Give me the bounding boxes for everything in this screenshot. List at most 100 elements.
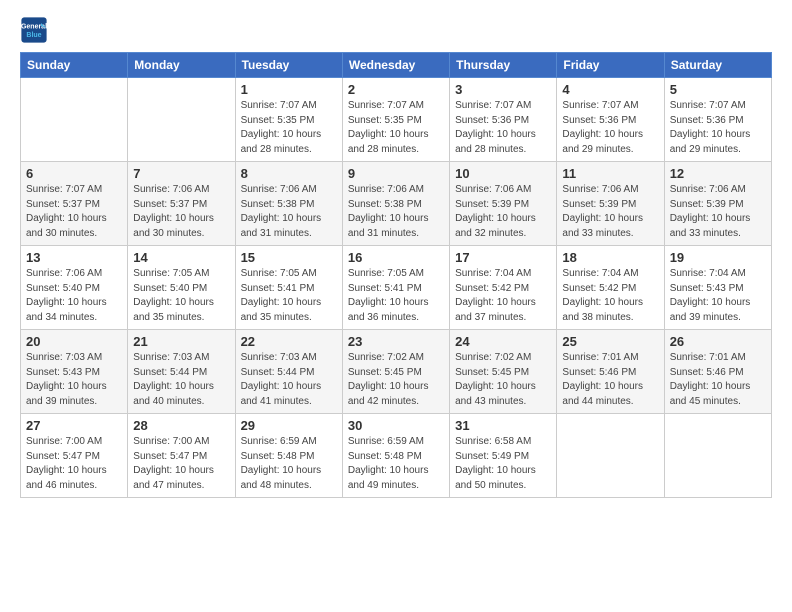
calendar-cell: 20 Sunrise: 7:03 AM Sunset: 5:43 PM Dayli…: [21, 330, 128, 414]
calendar-header-row: SundayMondayTuesdayWednesdayThursdayFrid…: [21, 53, 772, 78]
day-number: 24: [455, 334, 551, 349]
calendar-cell: 31 Sunrise: 6:58 AM Sunset: 5:49 PM Dayli…: [450, 414, 557, 498]
day-info: Sunrise: 7:06 AM Sunset: 5:39 PM Dayligh…: [455, 183, 551, 241]
day-number: 29: [241, 418, 337, 433]
calendar-week-2: 6 Sunrise: 7:07 AM Sunset: 5:37 PM Daylig…: [21, 162, 772, 246]
calendar-cell: 23 Sunrise: 7:02 AM Sunset: 5:45 PM Dayli…: [342, 330, 449, 414]
day-info: Sunrise: 7:04 AM Sunset: 5:42 PM Dayligh…: [455, 267, 551, 325]
svg-text:General: General: [21, 24, 47, 31]
calendar-cell: 3 Sunrise: 7:07 AM Sunset: 5:36 PM Daylig…: [450, 78, 557, 162]
calendar-cell: 25 Sunrise: 7:01 AM Sunset: 5:46 PM Dayli…: [557, 330, 664, 414]
day-number: 31: [455, 418, 551, 433]
day-number: 8: [241, 166, 337, 181]
day-info: Sunrise: 7:00 AM Sunset: 5:47 PM Dayligh…: [133, 435, 229, 493]
day-number: 1: [241, 82, 337, 97]
day-info: Sunrise: 7:07 AM Sunset: 5:35 PM Dayligh…: [348, 99, 444, 157]
day-info: Sunrise: 7:07 AM Sunset: 5:35 PM Dayligh…: [241, 99, 337, 157]
calendar-cell: 24Sunrise: 7:02 AM Sunset: 5:45 PM Dayli…: [450, 330, 557, 414]
calendar-cell: 27 Sunrise: 7:00 AM Sunset: 5:47 PM Dayli…: [21, 414, 128, 498]
day-number: 5: [670, 82, 766, 97]
calendar-cell: 5 Sunrise: 7:07 AM Sunset: 5:36 PM Daylig…: [664, 78, 771, 162]
day-info: Sunrise: 7:06 AM Sunset: 5:38 PM Dayligh…: [241, 183, 337, 241]
day-info: Sunrise: 7:05 AM Sunset: 5:40 PM Dayligh…: [133, 267, 229, 325]
day-number: 17: [455, 250, 551, 265]
day-info: Sunrise: 7:06 AM Sunset: 5:39 PM Dayligh…: [670, 183, 766, 241]
calendar-cell: [21, 78, 128, 162]
day-info: Sunrise: 7:04 AM Sunset: 5:42 PM Dayligh…: [562, 267, 658, 325]
calendar-cell: 8 Sunrise: 7:06 AM Sunset: 5:38 PM Daylig…: [235, 162, 342, 246]
calendar-cell: 11 Sunrise: 7:06 AM Sunset: 5:39 PM Dayli…: [557, 162, 664, 246]
day-number: 6: [26, 166, 122, 181]
calendar-weekday-monday: Monday: [128, 53, 235, 78]
calendar-cell: 16 Sunrise: 7:05 AM Sunset: 5:41 PM Dayli…: [342, 246, 449, 330]
calendar-week-1: 1 Sunrise: 7:07 AM Sunset: 5:35 PM Daylig…: [21, 78, 772, 162]
calendar-cell: 30 Sunrise: 6:59 AM Sunset: 5:48 PM Dayli…: [342, 414, 449, 498]
day-info: Sunrise: 7:05 AM Sunset: 5:41 PM Dayligh…: [348, 267, 444, 325]
day-number: 11: [562, 166, 658, 181]
calendar-cell: 1 Sunrise: 7:07 AM Sunset: 5:35 PM Daylig…: [235, 78, 342, 162]
day-number: 2: [348, 82, 444, 97]
logo: General Blue: [20, 16, 52, 44]
day-info: Sunrise: 7:01 AM Sunset: 5:46 PM Dayligh…: [562, 351, 658, 409]
day-number: 7: [133, 166, 229, 181]
day-info: Sunrise: 6:59 AM Sunset: 5:48 PM Dayligh…: [241, 435, 337, 493]
day-info: Sunrise: 7:06 AM Sunset: 5:39 PM Dayligh…: [562, 183, 658, 241]
calendar-cell: 2 Sunrise: 7:07 AM Sunset: 5:35 PM Daylig…: [342, 78, 449, 162]
day-info: Sunrise: 7:03 AM Sunset: 5:43 PM Dayligh…: [26, 351, 122, 409]
day-info: Sunrise: 7:07 AM Sunset: 5:37 PM Dayligh…: [26, 183, 122, 241]
calendar-cell: 12Sunrise: 7:06 AM Sunset: 5:39 PM Dayli…: [664, 162, 771, 246]
day-number: 30: [348, 418, 444, 433]
calendar-week-4: 20 Sunrise: 7:03 AM Sunset: 5:43 PM Dayli…: [21, 330, 772, 414]
day-info: Sunrise: 7:05 AM Sunset: 5:41 PM Dayligh…: [241, 267, 337, 325]
day-number: 9: [348, 166, 444, 181]
calendar-cell: [128, 78, 235, 162]
day-number: 3: [455, 82, 551, 97]
day-info: Sunrise: 7:06 AM Sunset: 5:40 PM Dayligh…: [26, 267, 122, 325]
page: General Blue SundayMondayTuesdayWednesda…: [0, 0, 792, 612]
day-number: 20: [26, 334, 122, 349]
calendar-cell: 7 Sunrise: 7:06 AM Sunset: 5:37 PM Daylig…: [128, 162, 235, 246]
calendar-cell: 26Sunrise: 7:01 AM Sunset: 5:46 PM Dayli…: [664, 330, 771, 414]
day-number: 23: [348, 334, 444, 349]
calendar-cell: 9 Sunrise: 7:06 AM Sunset: 5:38 PM Daylig…: [342, 162, 449, 246]
day-info: Sunrise: 7:03 AM Sunset: 5:44 PM Dayligh…: [241, 351, 337, 409]
day-info: Sunrise: 7:04 AM Sunset: 5:43 PM Dayligh…: [670, 267, 766, 325]
calendar-cell: 14 Sunrise: 7:05 AM Sunset: 5:40 PM Dayli…: [128, 246, 235, 330]
calendar-weekday-friday: Friday: [557, 53, 664, 78]
day-number: 27: [26, 418, 122, 433]
calendar-cell: 18Sunrise: 7:04 AM Sunset: 5:42 PM Dayli…: [557, 246, 664, 330]
day-number: 28: [133, 418, 229, 433]
day-number: 10: [455, 166, 551, 181]
day-number: 14: [133, 250, 229, 265]
calendar-weekday-thursday: Thursday: [450, 53, 557, 78]
day-number: 16: [348, 250, 444, 265]
day-number: 15: [241, 250, 337, 265]
calendar-weekday-saturday: Saturday: [664, 53, 771, 78]
svg-text:Blue: Blue: [26, 32, 41, 39]
calendar-cell: 15 Sunrise: 7:05 AM Sunset: 5:41 PM Dayli…: [235, 246, 342, 330]
day-info: Sunrise: 6:58 AM Sunset: 5:49 PM Dayligh…: [455, 435, 551, 493]
calendar: SundayMondayTuesdayWednesdayThursdayFrid…: [20, 52, 772, 498]
day-info: Sunrise: 7:07 AM Sunset: 5:36 PM Dayligh…: [670, 99, 766, 157]
day-info: Sunrise: 7:03 AM Sunset: 5:44 PM Dayligh…: [133, 351, 229, 409]
calendar-cell: 13 Sunrise: 7:06 AM Sunset: 5:40 PM Dayli…: [21, 246, 128, 330]
calendar-cell: [557, 414, 664, 498]
day-number: 4: [562, 82, 658, 97]
day-number: 13: [26, 250, 122, 265]
day-number: 21: [133, 334, 229, 349]
calendar-weekday-wednesday: Wednesday: [342, 53, 449, 78]
day-info: Sunrise: 7:06 AM Sunset: 5:38 PM Dayligh…: [348, 183, 444, 241]
day-info: Sunrise: 6:59 AM Sunset: 5:48 PM Dayligh…: [348, 435, 444, 493]
day-info: Sunrise: 7:06 AM Sunset: 5:37 PM Dayligh…: [133, 183, 229, 241]
day-info: Sunrise: 7:02 AM Sunset: 5:45 PM Dayligh…: [348, 351, 444, 409]
day-info: Sunrise: 7:01 AM Sunset: 5:46 PM Dayligh…: [670, 351, 766, 409]
calendar-week-5: 27 Sunrise: 7:00 AM Sunset: 5:47 PM Dayli…: [21, 414, 772, 498]
day-info: Sunrise: 7:00 AM Sunset: 5:47 PM Dayligh…: [26, 435, 122, 493]
calendar-cell: [664, 414, 771, 498]
header-top: General Blue: [20, 16, 772, 44]
calendar-week-3: 13 Sunrise: 7:06 AM Sunset: 5:40 PM Dayli…: [21, 246, 772, 330]
calendar-cell: 10 Sunrise: 7:06 AM Sunset: 5:39 PM Dayli…: [450, 162, 557, 246]
day-number: 25: [562, 334, 658, 349]
day-info: Sunrise: 7:07 AM Sunset: 5:36 PM Dayligh…: [455, 99, 551, 157]
calendar-cell: 29 Sunrise: 6:59 AM Sunset: 5:48 PM Dayli…: [235, 414, 342, 498]
